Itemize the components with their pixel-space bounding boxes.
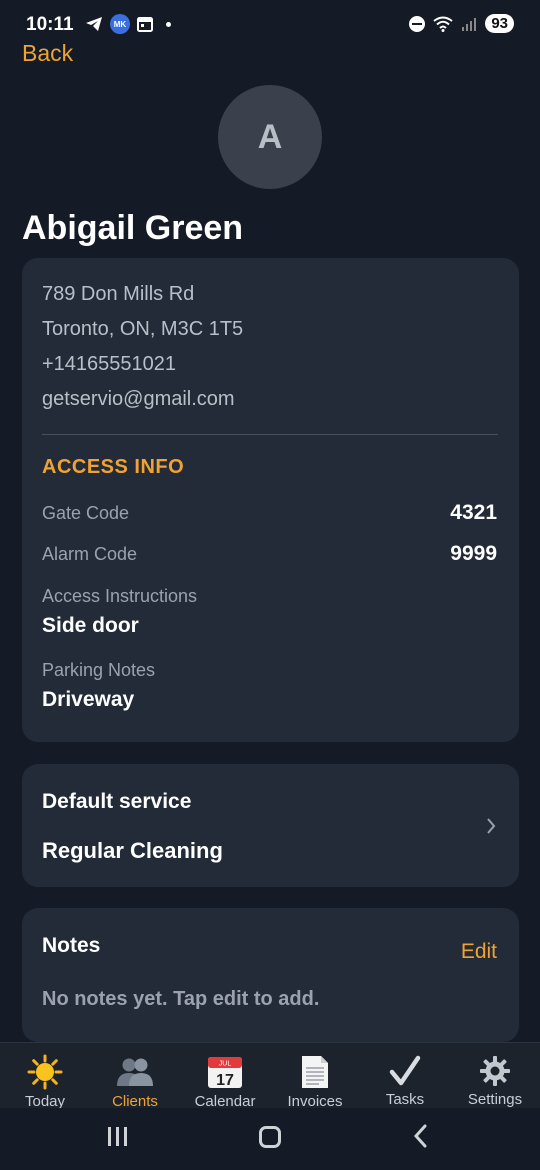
battery-indicator: 93 [485,14,514,33]
svg-text:17: 17 [216,1072,234,1089]
notes-empty-text: No notes yet. Tap edit to add. [42,988,320,1010]
edit-notes-button[interactable]: Edit [461,940,497,964]
tab-label: Settings [467,1091,523,1108]
avatar: A [218,85,322,189]
access-info-heading: ACCESS INFO [42,456,185,478]
divider [42,434,498,435]
system-navigation-bar [0,1108,540,1170]
email-address[interactable]: getservio@gmail.com [42,388,235,411]
client-name: Abigail Green [22,209,244,247]
access-instructions-value: Side door [42,614,139,637]
document-icon [302,1056,328,1088]
notes-card: Notes Edit No notes yet. Tap edit to add… [22,908,519,1042]
phone-number[interactable]: +14165551021 [42,353,176,376]
tab-tasks[interactable]: Tasks [360,1043,450,1108]
calendar-icon: JUL 17 [208,1057,242,1089]
address-line-1[interactable]: 789 Don Mills Rd [42,283,194,306]
bottom-tab-bar: Today Clients JUL 17 Calendar Invoices T… [0,1042,540,1110]
parking-notes-label: Parking Notes [42,660,156,680]
gear-icon [480,1056,510,1086]
alarm-code-label: Alarm Code [42,544,138,564]
do-not-disturb-icon [409,15,426,32]
default-service-value: Regular Cleaning [42,838,223,863]
people-icon [117,1058,153,1086]
gate-code-value: 4321 [450,501,497,524]
access-instructions-label: Access Instructions [42,586,198,606]
status-notification-icons: MK [84,14,171,34]
status-bar: 10:11 MK 93 [0,0,540,50]
parking-notes-value: Driveway [42,688,135,711]
alarm-code-value: 9999 [450,542,497,565]
signal-icon [462,17,477,31]
system-back-button[interactable] [412,1123,428,1149]
sun-icon [27,1054,63,1090]
calendar-status-icon [137,17,153,32]
avatar-letter: A [257,117,283,156]
tab-label: Tasks [385,1091,425,1108]
address-line-2[interactable]: Toronto, ON, M3C 1T5 [42,318,243,341]
notes-heading: Notes [42,934,101,957]
tab-calendar[interactable]: JUL 17 Calendar [180,1043,270,1110]
home-button[interactable] [259,1126,281,1148]
more-notifications-dot [166,21,171,27]
default-service-card[interactable]: Default service Regular Cleaning [22,764,519,887]
status-time: 10:11 [26,14,74,35]
status-system-icons: 93 [409,14,514,33]
tab-today[interactable]: Today [0,1043,90,1110]
checkmark-icon [389,1055,421,1086]
default-service-label: Default service [42,790,192,813]
svg-text:JUL: JUL [219,1061,232,1068]
back-button[interactable]: Back [22,40,73,67]
telegram-icon [86,17,102,31]
gate-code-label: Gate Code [42,503,130,523]
mk-badge-icon: MK [110,14,130,34]
wifi-icon [433,16,453,32]
client-info-card: 789 Don Mills Rd Toronto, ON, M3C 1T5 +1… [22,258,519,742]
chevron-right-icon [487,818,496,834]
tab-invoices[interactable]: Invoices [270,1043,360,1110]
recent-apps-button[interactable] [108,1127,127,1146]
tab-clients[interactable]: Clients [90,1043,180,1110]
tab-settings[interactable]: Settings [450,1043,540,1108]
